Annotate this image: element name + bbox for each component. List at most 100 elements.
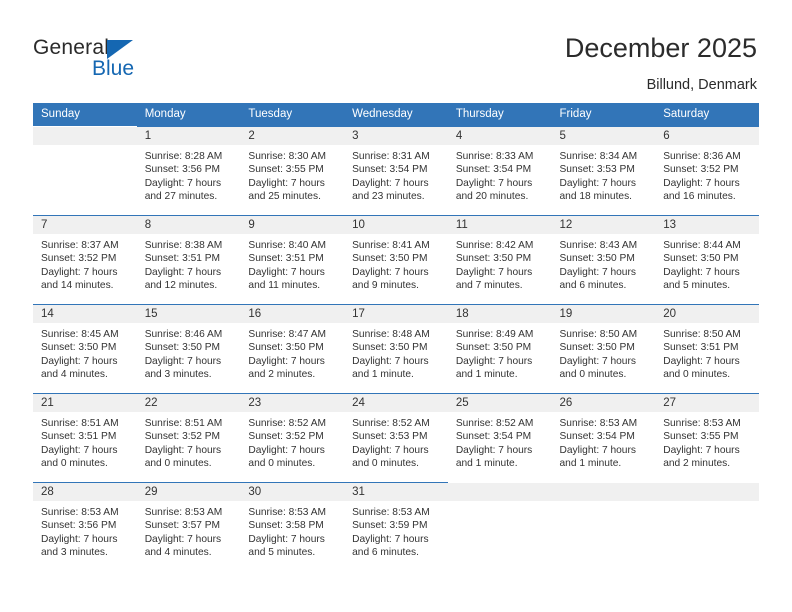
day-number: 13 bbox=[655, 216, 759, 234]
calendar-day-cell[interactable]: 6 Sunrise: 8:36 AM Sunset: 3:52 PM Daylight… bbox=[655, 126, 759, 216]
calendar-day-cell[interactable]: 1 Sunrise: 8:28 AM Sunset: 3:56 PM Daylight… bbox=[136, 126, 241, 216]
calendar-day-cell[interactable]: 15 Sunrise: 8:46 AM Sunset: 3:50 PM Dayligh… bbox=[136, 304, 241, 394]
calendar-day-cell[interactable]: 28 Sunrise: 8:53 AM Sunset: 3:56 PM Dayligh… bbox=[33, 482, 137, 572]
day-details: Sunrise: 8:50 AM Sunset: 3:51 PM Daylight:… bbox=[655, 323, 759, 382]
daylight-text-line2: and 0 minutes. bbox=[41, 458, 108, 470]
day-details: Sunrise: 8:28 AM Sunset: 3:56 PM Daylight:… bbox=[137, 145, 241, 204]
daylight-text-line2: and 1 minute. bbox=[559, 458, 622, 470]
daylight-text-line1: Daylight: 7 hours bbox=[559, 444, 636, 456]
daylight-text-line1: Daylight: 7 hours bbox=[559, 266, 636, 278]
sunset-text: Sunset: 3:51 PM bbox=[248, 253, 324, 265]
weekday-header-tuesday: Tuesday bbox=[240, 103, 345, 127]
calendar-day-cell[interactable]: 11 Sunrise: 8:42 AM Sunset: 3:50 PM Dayligh… bbox=[447, 215, 552, 305]
day-number: 1 bbox=[136, 127, 241, 145]
calendar-day-cell[interactable]: 5 Sunrise: 8:34 AM Sunset: 3:53 PM Daylight… bbox=[551, 126, 656, 216]
calendar-day-cell[interactable]: 27 Sunrise: 8:53 AM Sunset: 3:55 PM Dayligh… bbox=[655, 393, 759, 483]
calendar-day-cell[interactable]: 26 Sunrise: 8:53 AM Sunset: 3:54 PM Dayligh… bbox=[551, 393, 656, 483]
daylight-text-line1: Daylight: 7 hours bbox=[144, 266, 222, 278]
day-details: Sunrise: 8:49 AM Sunset: 3:50 PM Daylight:… bbox=[448, 323, 552, 382]
day-number: 25 bbox=[447, 394, 552, 412]
day-number: 30 bbox=[240, 483, 345, 501]
calendar-day-cell[interactable]: 8 Sunrise: 8:38 AM Sunset: 3:51 PM Daylight… bbox=[136, 215, 241, 305]
day-details: Sunrise: 8:52 AM Sunset: 3:54 PM Daylight:… bbox=[448, 412, 552, 471]
daylight-text-line2: and 1 minute. bbox=[455, 369, 518, 381]
page-title: December 2025 bbox=[564, 33, 757, 63]
calendar-day-cell[interactable]: 16 Sunrise: 8:47 AM Sunset: 3:50 PM Dayligh… bbox=[240, 304, 345, 394]
calendar-day-cell[interactable]: 25 Sunrise: 8:52 AM Sunset: 3:54 PM Dayligh… bbox=[447, 393, 552, 483]
sunrise-text: Sunrise: 8:36 AM bbox=[663, 151, 741, 162]
sunset-text: Sunset: 3:54 PM bbox=[455, 431, 532, 443]
sunrise-text: Sunrise: 8:53 AM bbox=[559, 418, 638, 429]
sunset-text: Sunset: 3:50 PM bbox=[455, 253, 532, 265]
calendar-week-row: 28 Sunrise: 8:53 AM Sunset: 3:56 PM Dayligh… bbox=[33, 482, 759, 572]
calendar-day-cell[interactable]: 17 Sunrise: 8:48 AM Sunset: 3:50 PM Dayligh… bbox=[344, 304, 448, 394]
sunset-text: Sunset: 3:56 PM bbox=[41, 520, 117, 532]
day-details: Sunrise: 8:53 AM Sunset: 3:54 PM Daylight:… bbox=[552, 412, 656, 471]
sunrise-text: Sunrise: 8:52 AM bbox=[352, 418, 430, 429]
daylight-text-line1: Daylight: 7 hours bbox=[144, 177, 222, 189]
calendar-day-cell[interactable]: 21 Sunrise: 8:51 AM Sunset: 3:51 PM Dayligh… bbox=[33, 393, 137, 483]
calendar-day-cell[interactable]: 13 Sunrise: 8:44 AM Sunset: 3:50 PM Dayligh… bbox=[655, 215, 759, 305]
day-number: 22 bbox=[136, 394, 241, 412]
calendar-day-cell[interactable]: 12 Sunrise: 8:43 AM Sunset: 3:50 PM Dayligh… bbox=[551, 215, 656, 305]
daylight-text-line1: Daylight: 7 hours bbox=[352, 355, 429, 367]
sunrise-text: Sunrise: 8:48 AM bbox=[352, 329, 430, 340]
daylight-text-line2: and 1 minute. bbox=[455, 458, 518, 470]
daylight-text-line2: and 0 minutes. bbox=[248, 458, 316, 470]
calendar-day-cell[interactable]: 31 Sunrise: 8:53 AM Sunset: 3:59 PM Dayligh… bbox=[344, 482, 448, 572]
daylight-text-line2: and 0 minutes. bbox=[559, 369, 627, 381]
sunset-text: Sunset: 3:50 PM bbox=[144, 342, 221, 354]
calendar-cell-empty bbox=[551, 482, 656, 572]
sunrise-text: Sunrise: 8:51 AM bbox=[41, 418, 119, 429]
sunset-text: Sunset: 3:50 PM bbox=[352, 253, 428, 265]
sunset-text: Sunset: 3:53 PM bbox=[352, 431, 428, 443]
sunrise-text: Sunrise: 8:50 AM bbox=[663, 329, 741, 340]
calendar-day-cell[interactable]: 9 Sunrise: 8:40 AM Sunset: 3:51 PM Daylight… bbox=[240, 215, 345, 305]
calendar-day-cell[interactable]: 4 Sunrise: 8:33 AM Sunset: 3:54 PM Daylight… bbox=[447, 126, 552, 216]
calendar-day-cell[interactable]: 22 Sunrise: 8:51 AM Sunset: 3:52 PM Dayligh… bbox=[136, 393, 241, 483]
day-number: 14 bbox=[33, 305, 137, 323]
daylight-text-line2: and 27 minutes. bbox=[144, 191, 218, 203]
sunset-text: Sunset: 3:56 PM bbox=[144, 164, 221, 176]
sunset-text: Sunset: 3:51 PM bbox=[663, 342, 739, 354]
day-number: 9 bbox=[240, 216, 345, 234]
calendar-day-cell[interactable]: 18 Sunrise: 8:49 AM Sunset: 3:50 PM Dayligh… bbox=[447, 304, 552, 394]
day-number: 4 bbox=[447, 127, 552, 145]
sunset-text: Sunset: 3:52 PM bbox=[144, 431, 221, 443]
weekday-header-saturday: Saturday bbox=[655, 103, 759, 127]
general-blue-logo[interactable]: General Blue bbox=[33, 36, 233, 86]
calendar-day-cell[interactable]: 20 Sunrise: 8:50 AM Sunset: 3:51 PM Dayligh… bbox=[655, 304, 759, 394]
day-details: Sunrise: 8:44 AM Sunset: 3:50 PM Daylight:… bbox=[655, 234, 759, 293]
calendar-day-cell[interactable]: 3 Sunrise: 8:31 AM Sunset: 3:54 PM Daylight… bbox=[344, 126, 448, 216]
calendar-day-cell[interactable]: 29 Sunrise: 8:53 AM Sunset: 3:57 PM Dayligh… bbox=[136, 482, 241, 572]
day-number: 5 bbox=[551, 127, 656, 145]
sunrise-text: Sunrise: 8:53 AM bbox=[41, 507, 119, 518]
day-number: 20 bbox=[655, 305, 759, 323]
daylight-text-line1: Daylight: 7 hours bbox=[41, 533, 118, 545]
day-details: Sunrise: 8:46 AM Sunset: 3:50 PM Daylight:… bbox=[137, 323, 241, 382]
sunset-text: Sunset: 3:50 PM bbox=[41, 342, 117, 354]
calendar-day-cell[interactable]: 24 Sunrise: 8:52 AM Sunset: 3:53 PM Dayligh… bbox=[344, 393, 448, 483]
sunrise-text: Sunrise: 8:43 AM bbox=[559, 240, 638, 251]
calendar-day-cell[interactable]: 23 Sunrise: 8:52 AM Sunset: 3:52 PM Dayligh… bbox=[240, 393, 345, 483]
daylight-text-line1: Daylight: 7 hours bbox=[455, 444, 533, 456]
calendar-day-cell[interactable]: 14 Sunrise: 8:45 AM Sunset: 3:50 PM Dayligh… bbox=[33, 304, 137, 394]
day-details: Sunrise: 8:47 AM Sunset: 3:50 PM Daylight:… bbox=[240, 323, 344, 382]
daylight-text-line1: Daylight: 7 hours bbox=[248, 266, 325, 278]
daylight-text-line1: Daylight: 7 hours bbox=[663, 266, 740, 278]
day-details: Sunrise: 8:33 AM Sunset: 3:54 PM Daylight:… bbox=[448, 145, 552, 204]
sunrise-text: Sunrise: 8:42 AM bbox=[455, 240, 534, 251]
calendar-day-cell[interactable]: 7 Sunrise: 8:37 AM Sunset: 3:52 PM Daylight… bbox=[33, 215, 137, 305]
sunset-text: Sunset: 3:52 PM bbox=[663, 164, 739, 176]
day-number-band bbox=[447, 483, 552, 501]
sunrise-text: Sunrise: 8:30 AM bbox=[248, 151, 326, 162]
calendar-day-cell[interactable]: 10 Sunrise: 8:41 AM Sunset: 3:50 PM Dayligh… bbox=[344, 215, 448, 305]
calendar-day-cell[interactable]: 30 Sunrise: 8:53 AM Sunset: 3:58 PM Dayligh… bbox=[240, 482, 345, 572]
day-number: 10 bbox=[344, 216, 448, 234]
sunset-text: Sunset: 3:54 PM bbox=[455, 164, 532, 176]
daylight-text-line2: and 3 minutes. bbox=[41, 547, 108, 559]
sunrise-text: Sunrise: 8:33 AM bbox=[455, 151, 534, 162]
calendar-day-cell[interactable]: 19 Sunrise: 8:50 AM Sunset: 3:50 PM Dayligh… bbox=[551, 304, 656, 394]
sunrise-text: Sunrise: 8:34 AM bbox=[559, 151, 638, 162]
calendar-day-cell[interactable]: 2 Sunrise: 8:30 AM Sunset: 3:55 PM Daylight… bbox=[240, 126, 345, 216]
